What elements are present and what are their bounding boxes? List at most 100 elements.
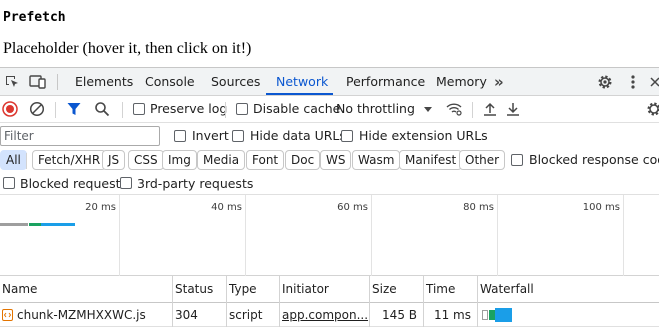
request-status: 304 xyxy=(173,303,227,327)
active-tab-indicator xyxy=(266,93,333,95)
type-filter-media[interactable]: Media xyxy=(197,150,246,170)
column-header-time[interactable]: Time xyxy=(424,276,478,303)
kebab-menu-icon[interactable] xyxy=(624,73,642,91)
placeholder-link[interactable]: Placeholder (hover it, then click on it!… xyxy=(3,40,251,58)
overview-bar-queued xyxy=(0,223,28,226)
tab-console[interactable]: Console xyxy=(145,68,195,96)
type-filter-wasm[interactable]: Wasm xyxy=(352,150,401,170)
filter-input[interactable] xyxy=(0,126,160,146)
hide-extension-urls-checkbox[interactable] xyxy=(341,130,353,142)
overview-bar-download xyxy=(41,223,75,226)
tabbar-divider xyxy=(57,74,58,90)
blocked-requests-label: Blocked requests xyxy=(20,176,127,191)
overview-gridline xyxy=(119,195,120,276)
column-header-type[interactable]: Type xyxy=(227,276,280,303)
overview-tick-label: 40 ms xyxy=(211,202,242,213)
close-devtools-icon[interactable] xyxy=(646,73,659,91)
column-header-size[interactable]: Size xyxy=(370,276,424,303)
resource-type-filters: All Fetch/XHR JS CSS Img Media Font Doc … xyxy=(0,149,659,173)
request-name-cell[interactable]: chunk-MZMHXXWC.js xyxy=(0,303,173,327)
invert-label: Invert xyxy=(192,128,229,143)
overview-gridline xyxy=(497,195,498,276)
column-header-name[interactable]: Name xyxy=(0,276,173,303)
clear-icon[interactable] xyxy=(28,100,46,118)
type-filter-doc[interactable]: Doc xyxy=(285,150,321,170)
import-har-icon[interactable] xyxy=(481,100,499,118)
more-tabs-icon[interactable]: » xyxy=(494,68,504,96)
preserve-log-checkbox[interactable] xyxy=(133,103,145,115)
request-filter-options: Blocked requests 3rd-party requests xyxy=(0,173,659,195)
toolbar-divider xyxy=(55,102,56,118)
request-name: chunk-MZMHXXWC.js xyxy=(17,308,146,322)
disable-cache-checkbox[interactable] xyxy=(236,103,248,115)
overview-gridline xyxy=(623,195,624,276)
script-file-icon xyxy=(2,309,13,321)
overview-tick-label: 80 ms xyxy=(463,202,494,213)
devtools-panel: Elements Console Sources Network Perform… xyxy=(0,67,659,334)
type-filter-ws[interactable]: WS xyxy=(320,150,352,170)
column-header-initiator[interactable]: Initiator xyxy=(280,276,370,303)
network-overview[interactable]: 20 ms 40 ms 60 ms 80 ms 100 ms xyxy=(0,195,659,276)
request-size: 145 B xyxy=(370,303,424,327)
page-title: Prefetch xyxy=(3,10,66,25)
preserve-log-label: Preserve log xyxy=(150,101,228,116)
type-filter-other[interactable]: Other xyxy=(459,150,506,170)
request-type: script xyxy=(227,303,280,327)
type-filter-manifest[interactable]: Manifest xyxy=(399,150,463,170)
throttling-select[interactable]: No throttling xyxy=(336,101,415,116)
third-party-requests-checkbox[interactable] xyxy=(120,177,132,189)
chevron-down-icon[interactable] xyxy=(419,100,437,118)
blocked-response-cookies-label: Blocked response cookies xyxy=(529,152,659,167)
requests-table-header: Name Status Type Initiator Size Time Wat… xyxy=(0,276,659,303)
tab-memory[interactable]: Memory xyxy=(436,68,487,96)
hide-data-urls-label: Hide data URLs xyxy=(250,128,346,143)
hide-extension-urls-label: Hide extension URLs xyxy=(359,128,488,143)
network-toolbar: Preserve log Disable cache No throttling xyxy=(0,96,659,123)
column-header-status[interactable]: Status xyxy=(173,276,227,303)
request-time: 11 ms xyxy=(424,303,478,327)
page-content: Prefetch Placeholder (hover it, then cli… xyxy=(0,0,659,67)
type-filter-img[interactable]: Img xyxy=(162,150,197,170)
toolbar-divider xyxy=(122,102,123,118)
overview-tick-label: 20 ms xyxy=(85,202,116,213)
type-filter-font[interactable]: Font xyxy=(246,150,285,170)
column-header-waterfall[interactable]: Waterfall xyxy=(478,276,659,303)
overview-tick-label: 100 ms xyxy=(582,202,620,213)
request-initiator-link[interactable]: app.compon... xyxy=(280,303,370,327)
overview-bar-waiting xyxy=(29,223,41,226)
tab-sources[interactable]: Sources xyxy=(211,68,260,96)
blocked-response-cookies-checkbox[interactable] xyxy=(511,154,523,166)
type-filter-js[interactable]: JS xyxy=(102,150,126,170)
toolbar-divider xyxy=(225,102,226,118)
blocked-requests-checkbox[interactable] xyxy=(3,177,15,189)
type-divider xyxy=(26,153,27,169)
request-waterfall xyxy=(478,303,659,327)
tab-network[interactable]: Network xyxy=(276,68,328,96)
device-toolbar-icon[interactable] xyxy=(29,73,47,91)
waterfall-queue-segment xyxy=(482,310,488,320)
network-settings-gear-icon[interactable] xyxy=(645,100,659,118)
type-filter-css[interactable]: CSS xyxy=(128,150,164,170)
record-stop-icon[interactable] xyxy=(1,100,19,118)
inspect-element-icon[interactable] xyxy=(3,73,21,91)
table-row[interactable]: chunk-MZMHXXWC.js 304 script app.compon.… xyxy=(0,303,659,327)
type-filter-all[interactable]: All xyxy=(0,150,27,170)
type-filter-fetch-xhr[interactable]: Fetch/XHR xyxy=(32,150,107,170)
tab-elements[interactable]: Elements xyxy=(75,68,133,96)
overview-gridline xyxy=(371,195,372,276)
settings-gear-icon[interactable] xyxy=(596,73,614,91)
filter-funnel-icon[interactable] xyxy=(65,100,83,118)
toolbar-divider xyxy=(472,102,473,118)
third-party-requests-label: 3rd-party requests xyxy=(137,176,254,191)
disable-cache-label: Disable cache xyxy=(253,101,341,116)
waterfall-download-segment xyxy=(495,308,512,322)
overview-tick-label: 60 ms xyxy=(337,202,368,213)
hide-data-urls-checkbox[interactable] xyxy=(232,130,244,142)
network-conditions-icon[interactable] xyxy=(445,100,463,118)
search-icon[interactable] xyxy=(93,100,111,118)
overview-gridline xyxy=(245,195,246,276)
devtools-tabbar: Elements Console Sources Network Perform… xyxy=(0,68,659,96)
tab-performance[interactable]: Performance xyxy=(346,68,425,96)
export-har-icon[interactable] xyxy=(504,100,522,118)
invert-checkbox[interactable] xyxy=(174,130,186,142)
